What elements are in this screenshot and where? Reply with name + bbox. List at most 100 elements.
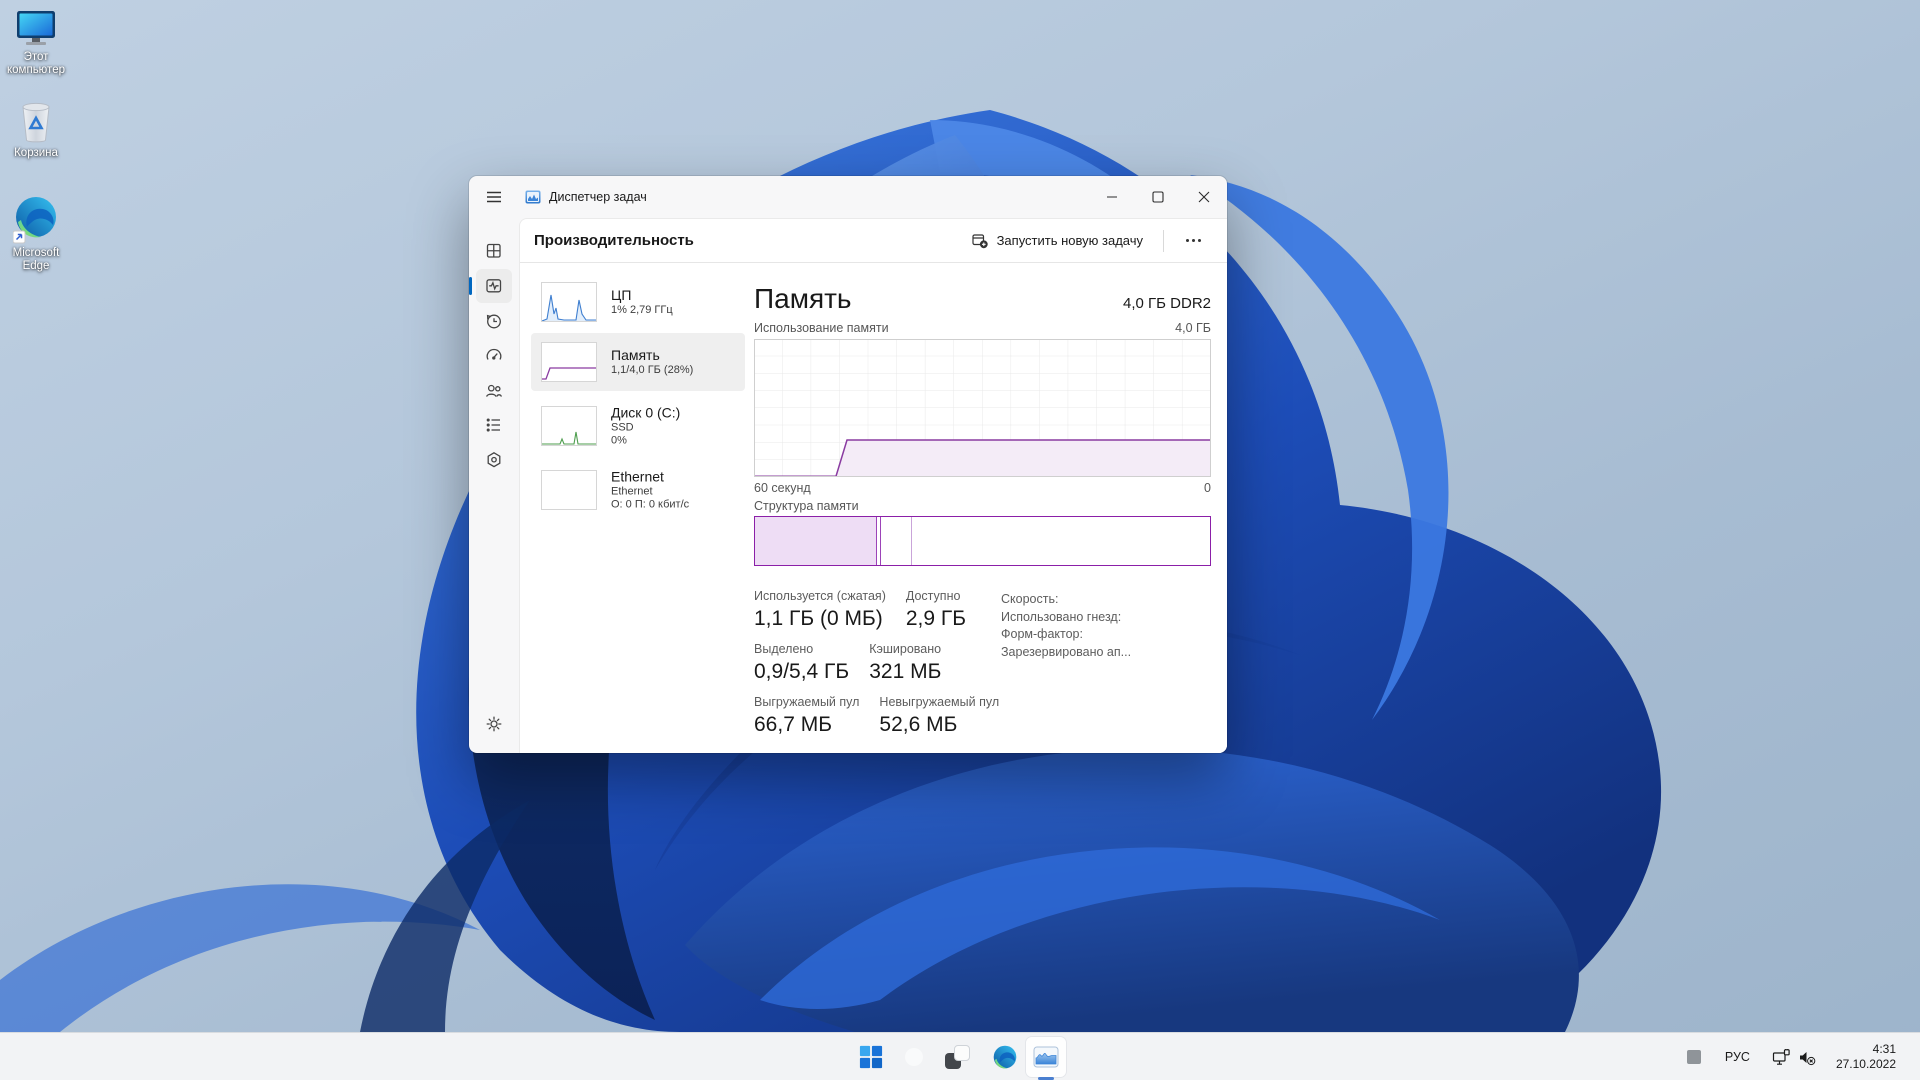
perf-item-cpu[interactable]: ЦП 1% 2,79 ГГц: [531, 275, 745, 329]
tray-app-icon: [1686, 1050, 1701, 1064]
tray-app-button[interactable]: [1681, 1042, 1707, 1072]
memory-usage-graph: [754, 339, 1211, 477]
perf-item-detail: Ethernet: [611, 485, 653, 498]
composition-segment-in-use: [755, 517, 877, 565]
stat-value: 2,9 ГБ: [905, 607, 967, 630]
desktop: Этот компьютер Корзина Microsoft Edge Ди…: [0, 0, 1920, 1080]
edge-icon: [2, 196, 70, 244]
start-button[interactable]: [851, 1037, 891, 1077]
minimize-icon: [1107, 196, 1117, 198]
stat-label: Невыгружаемый пул: [879, 695, 1000, 709]
language-indicator[interactable]: РУС: [1719, 1046, 1756, 1068]
sidebar-item-app-history[interactable]: [476, 304, 512, 338]
tray-status-icons[interactable]: [1768, 1045, 1820, 1070]
clock-date: 27.10.2022: [1835, 1057, 1896, 1071]
page-header: Производительность Запустить новую задач…: [520, 219, 1227, 263]
startup-apps-icon: [486, 348, 502, 360]
close-icon: [1198, 191, 1210, 203]
memory-stats: Используется (сжатая) 1,1 ГБ (0 МБ) Дост…: [754, 589, 1004, 748]
stat-label: Кэшировано: [869, 642, 942, 656]
sidebar-rail: [469, 218, 519, 753]
graph-max-label: 4,0 ГБ: [1175, 321, 1211, 335]
task-view-button[interactable]: [937, 1037, 977, 1077]
desktop-icon-this-pc[interactable]: Этот компьютер: [2, 10, 70, 77]
perf-item-name: Память: [611, 347, 660, 363]
ethernet-sparkline: [541, 470, 597, 510]
perf-item-memory[interactable]: Память 1,1/4,0 ГБ (28%): [531, 333, 745, 391]
info-label: Форм-фактор:: [1001, 627, 1083, 641]
axis-right-label: 0: [1204, 481, 1211, 495]
sidebar-item-users[interactable]: [476, 374, 512, 408]
graph-label: Использование памяти: [754, 321, 889, 335]
perf-item-detail: 1,1/4,0 ГБ (28%): [611, 364, 694, 376]
info-label: Использовано гнезд:: [1001, 609, 1122, 624]
memory-sparkline: [541, 342, 597, 382]
stat-label: Доступно: [905, 589, 961, 603]
task-manager-taskbar-button[interactable]: [1026, 1037, 1066, 1080]
system-tray: РУС 4:31 27.10.2022: [1681, 1033, 1900, 1080]
search-icon: [905, 1048, 923, 1066]
sidebar-item-performance[interactable]: [469, 269, 512, 303]
clock-time: 4:31: [1872, 1042, 1896, 1056]
axis-left-label: 60 секунд: [754, 481, 811, 495]
stat-value: 66,7 МБ: [754, 713, 832, 736]
memory-title: Память: [754, 283, 852, 314]
app-history-icon: [486, 314, 501, 329]
edge-icon: [993, 1045, 1017, 1069]
sidebar-item-services[interactable]: [476, 443, 512, 477]
sidebar-item-processes[interactable]: [476, 234, 512, 268]
run-new-task-button[interactable]: Запустить новую задачу: [961, 225, 1153, 256]
run-new-task-label: Запустить новую задачу: [996, 233, 1143, 248]
stat-value: 321 МБ: [869, 660, 942, 683]
memory-hardware-info: Скорость: Использовано гнезд: Форм-факто…: [1001, 591, 1131, 661]
clock[interactable]: 4:31 27.10.2022: [1832, 1039, 1900, 1075]
task-manager-window: Диспетчер задач Производительность Запус…: [469, 176, 1227, 753]
stat-label: Используется (сжатая): [754, 589, 886, 603]
performance-icon: [486, 279, 502, 293]
perf-item-disk[interactable]: Диск 0 (C:) SSD 0%: [531, 395, 745, 457]
desktop-icon-label: Этот компьютер: [7, 51, 65, 76]
info-label: Скорость:: [1001, 592, 1059, 606]
desktop-icon-label: Корзина: [14, 147, 58, 159]
perf-item-name: Диск 0 (C:): [611, 404, 681, 421]
menu-button[interactable]: [477, 182, 511, 212]
details-icon: [486, 418, 500, 432]
stat-value: 52,6 МБ: [879, 713, 958, 736]
volume-muted-icon: [1799, 1051, 1816, 1065]
hamburger-icon: [487, 191, 501, 203]
sidebar-item-details[interactable]: [476, 408, 512, 442]
this-pc-icon: [2, 10, 70, 48]
stat-label: Выделено: [754, 642, 814, 656]
maximize-icon: [1152, 191, 1164, 203]
sidebar-item-startup-apps[interactable]: [476, 339, 512, 373]
close-button[interactable]: [1181, 176, 1227, 218]
maximize-button[interactable]: [1135, 176, 1181, 218]
info-label: Зарезервировано ап...: [1001, 644, 1132, 659]
search-button[interactable]: [894, 1037, 934, 1077]
memory-composition-bar: [754, 516, 1211, 566]
minimize-button[interactable]: [1089, 176, 1135, 218]
recycle-bin-icon: [2, 100, 70, 144]
page-title: Производительность: [534, 232, 694, 249]
perf-item-ethernet[interactable]: Ethernet Ethernet О: 0 П: 0 кбит/с: [531, 459, 745, 521]
perf-item-detail: SSD: [611, 421, 634, 434]
services-icon: [487, 452, 501, 468]
edge-taskbar-button[interactable]: [985, 1037, 1025, 1077]
task-view-icon: [944, 1045, 970, 1069]
titlebar[interactable]: Диспетчер задач: [469, 176, 1227, 218]
sidebar-item-settings[interactable]: [476, 707, 512, 741]
more-options-icon: [1186, 239, 1189, 242]
perf-item-name: ЦП: [611, 287, 632, 303]
desktop-icon-recycle-bin[interactable]: Корзина: [2, 100, 70, 160]
settings-gear-icon: [486, 716, 502, 732]
stat-label: Выгружаемый пул: [754, 695, 860, 709]
more-options-button[interactable]: [1174, 229, 1213, 252]
header-divider: [1163, 229, 1164, 252]
users-icon: [486, 384, 502, 397]
stat-value: 0,9/5,4 ГБ: [754, 660, 850, 683]
perf-item-detail: 0%: [611, 434, 627, 447]
perf-item-name: Ethernet: [611, 468, 664, 485]
desktop-icon-edge[interactable]: Microsoft Edge: [2, 196, 70, 273]
disk-sparkline: [541, 406, 597, 446]
perf-item-detail: О: 0 П: 0 кбит/с: [611, 498, 690, 511]
